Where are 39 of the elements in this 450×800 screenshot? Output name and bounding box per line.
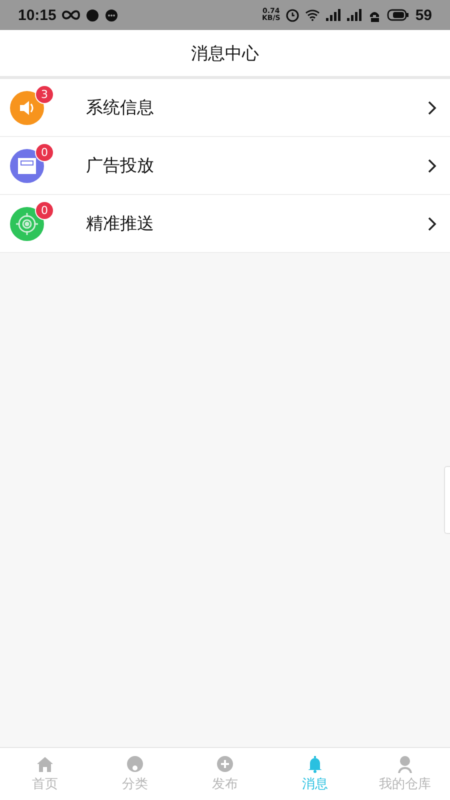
battery-icon (387, 9, 410, 21)
tab-label: 首页 (32, 776, 58, 793)
side-handle[interactable] (444, 466, 450, 534)
signal-icon (326, 9, 342, 21)
dot-icon (86, 8, 100, 22)
category-icon (126, 755, 144, 773)
tab[interactable]: 我的仓库 (360, 748, 450, 800)
signal-icon (347, 9, 362, 21)
person-icon (396, 755, 414, 773)
message-category-item[interactable]: 0 广告投放 (0, 137, 450, 195)
tab-label: 我的仓库 (379, 776, 431, 793)
unread-count: 0 (35, 142, 54, 162)
tab[interactable]: 分类 (90, 748, 180, 800)
tab-label: 分类 (122, 776, 148, 793)
item-label: 系统信息 (86, 97, 155, 119)
item-label: 精准推送 (86, 213, 155, 235)
plus-icon (216, 755, 234, 773)
tab-label: 发布 (212, 776, 238, 793)
tab-label: 消息 (302, 776, 328, 793)
chevron-right-icon (426, 216, 438, 232)
tab[interactable]: 首页 (0, 748, 90, 800)
message-category-item[interactable]: 0 精准推送 (0, 195, 450, 253)
chevron-right-icon (426, 158, 438, 174)
tab[interactable]: 发布 (180, 748, 270, 800)
tab[interactable]: 消息 (270, 748, 360, 800)
battery-level: 59 (415, 6, 432, 24)
page-title: 消息中心 (191, 42, 259, 64)
bell-icon (306, 755, 324, 773)
chevron-right-icon (426, 100, 438, 116)
item-label: 广告投放 (86, 155, 155, 177)
unread-count: 0 (35, 200, 54, 220)
status-time: 10:15 (18, 6, 56, 24)
wifi-icon (305, 9, 320, 21)
home-icon (36, 755, 54, 773)
unread-count: 3 (35, 84, 54, 104)
message-category-item[interactable]: 3 系统信息 (0, 79, 450, 137)
infinity-icon (62, 10, 80, 20)
alarm-icon (286, 8, 300, 22)
chat-icon (105, 8, 118, 22)
